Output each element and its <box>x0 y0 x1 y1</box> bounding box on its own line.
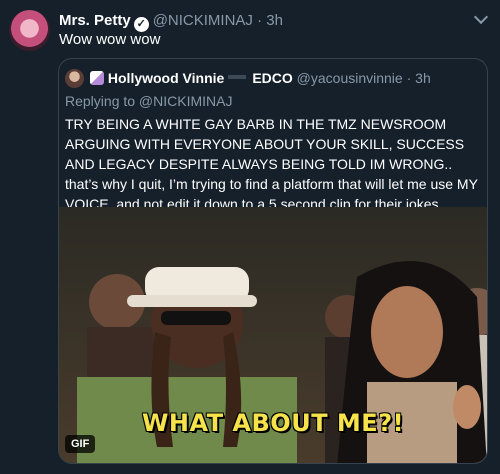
gif-caption: WHAT ABOUT ME?! <box>141 409 405 437</box>
tweet[interactable]: Mrs. Petty ✓ @NICKIMINAJ · 3h Wow wow wow … <box>0 0 500 471</box>
tweet-text: Wow wow wow <box>59 31 161 48</box>
unicorn-emoji-icon <box>89 71 104 85</box>
separator-dot: · <box>257 12 263 29</box>
quoted-tweet-text: TRY BEING A WHITE GAY BARB IN THE TMZ NE… <box>65 116 478 212</box>
quoted-author-name-suffix: EDCO <box>252 70 293 86</box>
verified-badge-icon: ✓ <box>133 17 149 32</box>
quoted-tweet[interactable]: Hollywood Vinnie EDCO @yacousinvinnie · 3… <box>58 58 488 464</box>
redacted-emoji-icon <box>228 75 247 79</box>
gif-media[interactable]: WHAT ABOUT ME?! GIF <box>59 207 487 463</box>
tweet-actions <box>58 462 488 474</box>
author-handle[interactable]: @NICKIMINAJ <box>153 12 253 29</box>
tweet-timestamp[interactable]: 3h <box>266 12 283 29</box>
replying-to-label: Replying to @NICKIMINAJ <box>65 93 233 109</box>
tweet-header: Mrs. Petty ✓ @NICKIMINAJ · 3h <box>59 12 283 32</box>
quoted-author-name: Hollywood Vinnie <box>107 70 225 86</box>
quoted-author-handle: @yacousinvinnie <box>296 70 403 86</box>
separator-dot: · <box>406 70 412 86</box>
gif-badge: GIF <box>65 435 96 453</box>
quoted-tweet-header: Hollywood Vinnie EDCO @yacousinvinnie · 3… <box>65 69 431 88</box>
more-options-chevron-icon[interactable] <box>473 9 489 25</box>
quoted-tweet-timestamp: 3h <box>415 70 431 86</box>
author-name[interactable]: Mrs. Petty <box>59 12 131 29</box>
author-avatar[interactable] <box>9 10 50 51</box>
quoted-author-avatar <box>65 69 84 88</box>
